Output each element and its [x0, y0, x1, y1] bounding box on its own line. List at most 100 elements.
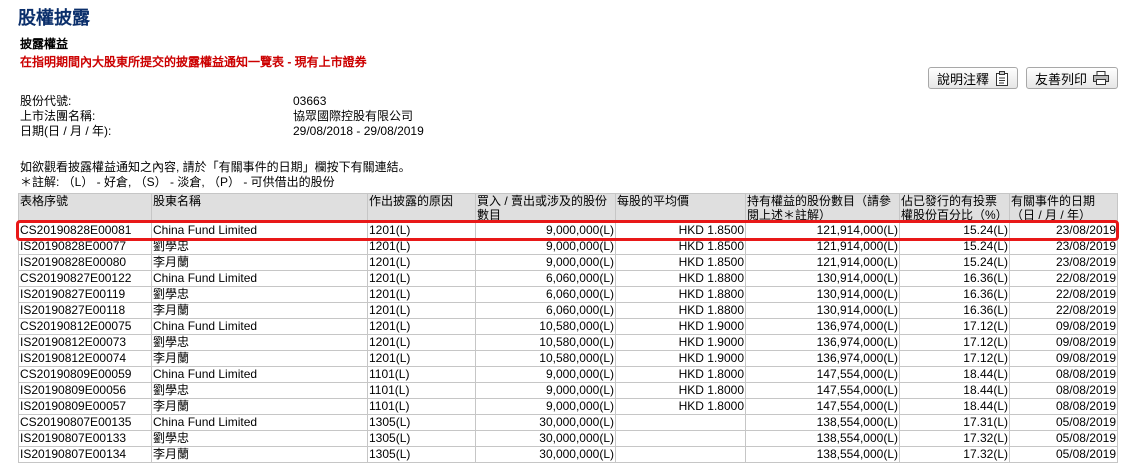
form-serial-cell: CS20190812E00075	[18, 318, 152, 335]
percentage-cell: 15.24(L)	[899, 222, 1010, 239]
stock-info: 股份代號: 03663 上市法團名稱: 協眾國際控股有限公司 日期(日 / 月 …	[20, 94, 424, 139]
average-price-cell: HKD 1.8000	[615, 366, 746, 383]
shares-held-cell: 130,914,000(L)	[745, 302, 900, 319]
company-name-value: 協眾國際控股有限公司	[293, 109, 414, 123]
table-row: CS20190828E00081 China Fund Limited 1201(L…	[18, 222, 1118, 239]
form-serial-cell: CS20190809E00059	[18, 366, 152, 383]
table-row: IS20190828E00077 劉學忠 1201(L) 9,000,000(L) HK…	[18, 238, 1118, 255]
shares-held-cell: 121,914,000(L)	[745, 238, 900, 255]
shares-involved-cell: 30,000,000(L)	[475, 414, 616, 431]
reason-cell: 1101(L)	[367, 366, 476, 383]
reason-cell: 1201(L)	[367, 286, 476, 303]
explain-notes-button[interactable]: 說明注釋	[927, 67, 1018, 89]
average-price-cell: HKD 1.8000	[615, 382, 746, 399]
shareholder-name-cell: 劉學忠	[151, 286, 368, 303]
explain-notes-label: 說明注釋	[936, 71, 989, 87]
legend-note: ＊註解: （L） - 好倉, （S） - 淡倉, （P） - 可供借出的股份	[20, 175, 335, 189]
percentage-cell: 18.44(L)	[899, 382, 1010, 399]
col-header-event-date: 有關事件的日期（日 / 月 / 年）	[1009, 193, 1118, 223]
table-row: CS20190809E00059 China Fund Limited 1101(L…	[18, 366, 1118, 383]
shares-held-cell: 121,914,000(L)	[745, 254, 900, 271]
average-price-cell	[615, 446, 746, 463]
event-date-cell[interactable]: 09/08/2019	[1009, 318, 1118, 335]
event-date-cell[interactable]: 22/08/2019	[1009, 286, 1118, 303]
shareholder-name-cell: 劉學忠	[151, 382, 368, 399]
shares-held-cell: 136,974,000(L)	[745, 318, 900, 335]
form-serial-cell: CS20190827E00122	[18, 270, 152, 287]
shares-involved-cell: 10,580,000(L)	[475, 350, 616, 367]
table-row: IS20190809E00057 李月蘭 1101(L) 9,000,000(L) HK…	[18, 398, 1118, 415]
event-date-cell[interactable]: 23/08/2019	[1009, 254, 1118, 271]
event-date-cell[interactable]: 05/08/2019	[1009, 446, 1118, 463]
event-date-cell[interactable]: 09/08/2019	[1009, 350, 1118, 367]
event-date-cell[interactable]: 22/08/2019	[1009, 302, 1118, 319]
shareholder-name-cell: China Fund Limited	[151, 414, 368, 431]
average-price-cell: HKD 1.8000	[615, 398, 746, 415]
event-date-cell[interactable]: 09/08/2019	[1009, 334, 1118, 351]
date-range-label: 日期(日 / 月 / 年):	[20, 124, 112, 138]
average-price-cell: HKD 1.8800	[615, 286, 746, 303]
percentage-cell: 17.32(L)	[899, 446, 1010, 463]
event-date-cell[interactable]: 23/08/2019	[1009, 238, 1118, 255]
shareholder-name-cell: 劉學忠	[151, 238, 368, 255]
shareholder-name-cell: 劉學忠	[151, 334, 368, 351]
page-title: 股權披露	[18, 8, 90, 28]
shares-held-cell: 138,554,000(L)	[745, 430, 900, 447]
reason-cell: 1201(L)	[367, 318, 476, 335]
table-header-row: 表格序號 股東名稱 作出披露的原因 買入 / 賣出或涉及的股份數目 每股的平均價…	[18, 193, 1118, 223]
table-row: CS20190812E00075 China Fund Limited 1201(L…	[18, 318, 1118, 335]
percentage-cell: 16.36(L)	[899, 270, 1010, 287]
shareholder-name-cell: 李月蘭	[151, 398, 368, 415]
shareholder-name-cell: China Fund Limited	[151, 318, 368, 335]
instructions: 如欲觀看披露權益通知之內容, 請於「有關事件的日期」欄按下有關連結。 ＊註解: …	[20, 160, 411, 190]
shares-held-cell: 136,974,000(L)	[745, 350, 900, 367]
average-price-cell: HKD 1.9000	[615, 318, 746, 335]
col-header-disclosure-reason: 作出披露的原因	[367, 193, 476, 223]
shareholder-name-cell: 李月蘭	[151, 254, 368, 271]
reason-cell: 1201(L)	[367, 254, 476, 271]
shares-held-cell: 138,554,000(L)	[745, 414, 900, 431]
shares-involved-cell: 6,060,000(L)	[475, 270, 616, 287]
company-name-label: 上市法團名稱:	[20, 109, 96, 123]
average-price-cell: HKD 1.8500	[615, 238, 746, 255]
reason-cell: 1201(L)	[367, 270, 476, 287]
reason-cell: 1201(L)	[367, 350, 476, 367]
percentage-cell: 18.44(L)	[899, 398, 1010, 415]
col-header-percentage: 佔已發行的有投票權股份百分比（%）	[899, 193, 1010, 223]
reason-cell: 1101(L)	[367, 382, 476, 399]
event-date-cell[interactable]: 23/08/2019	[1009, 222, 1118, 239]
shareholder-name-cell: China Fund Limited	[151, 222, 368, 239]
event-date-cell[interactable]: 22/08/2019	[1009, 270, 1118, 287]
event-date-cell[interactable]: 08/08/2019	[1009, 382, 1118, 399]
event-date-cell[interactable]: 05/08/2019	[1009, 414, 1118, 431]
form-serial-cell: IS20190807E00134	[18, 446, 152, 463]
form-serial-cell: IS20190812E00074	[18, 350, 152, 367]
event-date-cell[interactable]: 05/08/2019	[1009, 430, 1118, 447]
form-serial-cell: IS20190828E00080	[18, 254, 152, 271]
shares-involved-cell: 10,580,000(L)	[475, 318, 616, 335]
shares-involved-cell: 9,000,000(L)	[475, 238, 616, 255]
shares-involved-cell: 6,060,000(L)	[475, 302, 616, 319]
table-row: IS20190812E00073 劉學忠 1201(L) 10,580,000(L) H…	[18, 334, 1118, 351]
table-row: IS20190807E00134 李月蘭 1305(L) 30,000,000(L) 1…	[18, 446, 1118, 463]
shares-involved-cell: 9,000,000(L)	[475, 254, 616, 271]
stock-code-row: 股份代號: 03663	[20, 94, 424, 109]
reason-cell: 1305(L)	[367, 430, 476, 447]
table-row: CS20190807E00135 China Fund Limited 1305(L…	[18, 414, 1118, 431]
table-row: IS20190827E00119 劉學忠 1201(L) 6,060,000(L) HK…	[18, 286, 1118, 303]
col-header-shares-held: 持有權益的股份數目（請參閱上述＊註解）	[745, 193, 900, 223]
form-serial-cell: IS20190827E00118	[18, 302, 152, 319]
printer-icon	[1093, 71, 1109, 85]
shares-involved-cell: 30,000,000(L)	[475, 446, 616, 463]
event-date-cell[interactable]: 08/08/2019	[1009, 398, 1118, 415]
percentage-cell: 16.36(L)	[899, 302, 1010, 319]
shares-held-cell: 147,554,000(L)	[745, 366, 900, 383]
date-range-value: 29/08/2018 - 29/08/2019	[293, 124, 424, 138]
average-price-cell: HKD 1.9000	[615, 334, 746, 351]
event-date-cell[interactable]: 08/08/2019	[1009, 366, 1118, 383]
disclosure-table: 表格序號 股東名稱 作出披露的原因 買入 / 賣出或涉及的股份數目 每股的平均價…	[18, 193, 1118, 463]
shares-held-cell: 147,554,000(L)	[745, 398, 900, 415]
table-row: IS20190828E00080 李月蘭 1201(L) 9,000,000(L) HK…	[18, 254, 1118, 271]
stock-code-label: 股份代號:	[20, 94, 72, 108]
print-friendly-button[interactable]: 友善列印	[1025, 67, 1118, 89]
